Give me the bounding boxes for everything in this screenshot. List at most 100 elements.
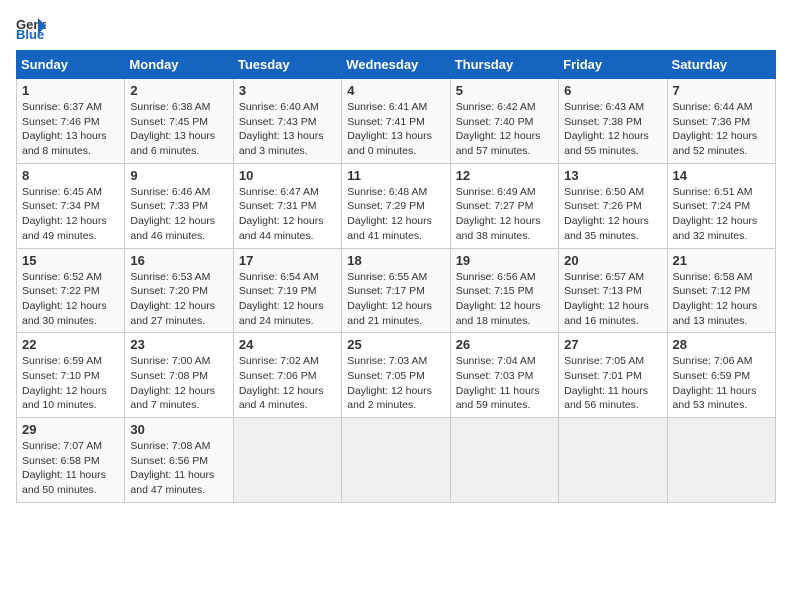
- day-number: 8: [22, 168, 119, 183]
- calendar-cell: 15 Sunrise: 6:52 AM Sunset: 7:22 PM Dayli…: [17, 248, 125, 333]
- day-number: 20: [564, 253, 661, 268]
- day-info: Sunrise: 7:07 AM Sunset: 6:58 PM Dayligh…: [22, 439, 119, 498]
- calendar-cell: 3 Sunrise: 6:40 AM Sunset: 7:43 PM Daylig…: [233, 79, 341, 164]
- day-info: Sunrise: 7:00 AM Sunset: 7:08 PM Dayligh…: [130, 354, 227, 413]
- calendar-cell: 20 Sunrise: 6:57 AM Sunset: 7:13 PM Dayli…: [559, 248, 667, 333]
- day-info: Sunrise: 7:04 AM Sunset: 7:03 PM Dayligh…: [456, 354, 553, 413]
- day-info: Sunrise: 7:08 AM Sunset: 6:56 PM Dayligh…: [130, 439, 227, 498]
- weekday-header-saturday: Saturday: [667, 51, 775, 79]
- day-number: 16: [130, 253, 227, 268]
- calendar-cell: 14Sunrise: 6:51 AM Sunset: 7:24 PM Dayli…: [667, 163, 775, 248]
- day-number: 22: [22, 337, 119, 352]
- calendar-cell: 12 Sunrise: 6:49 AM Sunset: 7:27 PM Dayli…: [450, 163, 558, 248]
- calendar-cell: 5Sunrise: 6:42 AM Sunset: 7:40 PM Daylig…: [450, 79, 558, 164]
- day-info: Sunrise: 6:50 AM Sunset: 7:26 PM Dayligh…: [564, 185, 661, 244]
- day-number: 27: [564, 337, 661, 352]
- day-number: 18: [347, 253, 444, 268]
- day-info: Sunrise: 6:53 AM Sunset: 7:20 PM Dayligh…: [130, 270, 227, 329]
- calendar-week-1: 1Sunrise: 6:37 AM Sunset: 7:46 PM Daylig…: [17, 79, 776, 164]
- calendar-cell: 16 Sunrise: 6:53 AM Sunset: 7:20 PM Dayli…: [125, 248, 233, 333]
- day-info: Sunrise: 6:40 AM Sunset: 7:43 PM Dayligh…: [239, 100, 336, 159]
- day-number: 13: [564, 168, 661, 183]
- calendar-week-3: 15 Sunrise: 6:52 AM Sunset: 7:22 PM Dayli…: [17, 248, 776, 333]
- day-info: Sunrise: 6:43 AM Sunset: 7:38 PM Dayligh…: [564, 100, 661, 159]
- calendar-cell: 11Sunrise: 6:48 AM Sunset: 7:29 PM Dayli…: [342, 163, 450, 248]
- day-info: Sunrise: 7:03 AM Sunset: 7:05 PM Dayligh…: [347, 354, 444, 413]
- day-info: Sunrise: 6:58 AM Sunset: 7:12 PM Dayligh…: [673, 270, 770, 329]
- calendar-cell: [450, 418, 558, 503]
- calendar-cell: 21 Sunrise: 6:58 AM Sunset: 7:12 PM Dayli…: [667, 248, 775, 333]
- day-number: 6: [564, 83, 661, 98]
- day-info: Sunrise: 6:51 AM Sunset: 7:24 PM Dayligh…: [673, 185, 770, 244]
- calendar-cell: 26 Sunrise: 7:04 AM Sunset: 7:03 PM Dayli…: [450, 333, 558, 418]
- day-number: 25: [347, 337, 444, 352]
- day-info: Sunrise: 6:52 AM Sunset: 7:22 PM Dayligh…: [22, 270, 119, 329]
- calendar-cell: 4 Sunrise: 6:41 AM Sunset: 7:41 PM Daylig…: [342, 79, 450, 164]
- calendar-cell: 19 Sunrise: 6:56 AM Sunset: 7:15 PM Dayli…: [450, 248, 558, 333]
- day-info: Sunrise: 6:57 AM Sunset: 7:13 PM Dayligh…: [564, 270, 661, 329]
- day-info: Sunrise: 7:05 AM Sunset: 7:01 PM Dayligh…: [564, 354, 661, 413]
- weekday-header-sunday: Sunday: [17, 51, 125, 79]
- weekday-header-wednesday: Wednesday: [342, 51, 450, 79]
- calendar-cell: 23Sunrise: 7:00 AM Sunset: 7:08 PM Dayli…: [125, 333, 233, 418]
- day-number: 1: [22, 83, 119, 98]
- weekday-header-monday: Monday: [125, 51, 233, 79]
- calendar-cell: 29 Sunrise: 7:07 AM Sunset: 6:58 PM Dayli…: [17, 418, 125, 503]
- calendar-cell: 1Sunrise: 6:37 AM Sunset: 7:46 PM Daylig…: [17, 79, 125, 164]
- day-info: Sunrise: 6:54 AM Sunset: 7:19 PM Dayligh…: [239, 270, 336, 329]
- day-info: Sunrise: 6:46 AM Sunset: 7:33 PM Dayligh…: [130, 185, 227, 244]
- calendar-cell: 25 Sunrise: 7:03 AM Sunset: 7:05 PM Dayli…: [342, 333, 450, 418]
- weekday-header-row: SundayMondayTuesdayWednesdayThursdayFrid…: [17, 51, 776, 79]
- calendar-cell: 24 Sunrise: 7:02 AM Sunset: 7:06 PM Dayli…: [233, 333, 341, 418]
- day-info: Sunrise: 6:55 AM Sunset: 7:17 PM Dayligh…: [347, 270, 444, 329]
- day-number: 19: [456, 253, 553, 268]
- calendar-cell: 9 Sunrise: 6:46 AM Sunset: 7:33 PM Daylig…: [125, 163, 233, 248]
- calendar-cell: 6 Sunrise: 6:43 AM Sunset: 7:38 PM Daylig…: [559, 79, 667, 164]
- calendar-cell: 17 Sunrise: 6:54 AM Sunset: 7:19 PM Dayli…: [233, 248, 341, 333]
- day-number: 30: [130, 422, 227, 437]
- day-info: Sunrise: 6:49 AM Sunset: 7:27 PM Dayligh…: [456, 185, 553, 244]
- day-number: 3: [239, 83, 336, 98]
- calendar-week-4: 22 Sunrise: 6:59 AM Sunset: 7:10 PM Dayli…: [17, 333, 776, 418]
- day-info: Sunrise: 6:42 AM Sunset: 7:40 PM Dayligh…: [456, 100, 553, 159]
- calendar-week-5: 29 Sunrise: 7:07 AM Sunset: 6:58 PM Dayli…: [17, 418, 776, 503]
- calendar-week-2: 8 Sunrise: 6:45 AM Sunset: 7:34 PM Daylig…: [17, 163, 776, 248]
- day-info: Sunrise: 6:38 AM Sunset: 7:45 PM Dayligh…: [130, 100, 227, 159]
- day-info: Sunrise: 6:56 AM Sunset: 7:15 PM Dayligh…: [456, 270, 553, 329]
- day-number: 24: [239, 337, 336, 352]
- day-number: 10: [239, 168, 336, 183]
- calendar-cell: 27 Sunrise: 7:05 AM Sunset: 7:01 PM Dayli…: [559, 333, 667, 418]
- calendar-cell: 28Sunrise: 7:06 AM Sunset: 6:59 PM Dayli…: [667, 333, 775, 418]
- calendar-cell: 7 Sunrise: 6:44 AM Sunset: 7:36 PM Daylig…: [667, 79, 775, 164]
- day-number: 12: [456, 168, 553, 183]
- day-info: Sunrise: 6:44 AM Sunset: 7:36 PM Dayligh…: [673, 100, 770, 159]
- day-info: Sunrise: 6:47 AM Sunset: 7:31 PM Dayligh…: [239, 185, 336, 244]
- day-number: 26: [456, 337, 553, 352]
- weekday-header-friday: Friday: [559, 51, 667, 79]
- day-number: 4: [347, 83, 444, 98]
- day-info: Sunrise: 6:41 AM Sunset: 7:41 PM Dayligh…: [347, 100, 444, 159]
- calendar-cell: 10 Sunrise: 6:47 AM Sunset: 7:31 PM Dayli…: [233, 163, 341, 248]
- day-number: 29: [22, 422, 119, 437]
- day-number: 17: [239, 253, 336, 268]
- calendar-cell: 8 Sunrise: 6:45 AM Sunset: 7:34 PM Daylig…: [17, 163, 125, 248]
- calendar-cell: [667, 418, 775, 503]
- calendar-cell: 13 Sunrise: 6:50 AM Sunset: 7:26 PM Dayli…: [559, 163, 667, 248]
- day-info: Sunrise: 6:48 AM Sunset: 7:29 PM Dayligh…: [347, 185, 444, 244]
- weekday-header-tuesday: Tuesday: [233, 51, 341, 79]
- day-info: Sunrise: 6:45 AM Sunset: 7:34 PM Dayligh…: [22, 185, 119, 244]
- day-number: 7: [673, 83, 770, 98]
- day-info: Sunrise: 6:59 AM Sunset: 7:10 PM Dayligh…: [22, 354, 119, 413]
- logo-icon: General Blue: [16, 16, 46, 40]
- calendar-cell: 18 Sunrise: 6:55 AM Sunset: 7:17 PM Dayli…: [342, 248, 450, 333]
- day-number: 28: [673, 337, 770, 352]
- page-header: General Blue: [16, 16, 776, 40]
- calendar-cell: [559, 418, 667, 503]
- weekday-header-thursday: Thursday: [450, 51, 558, 79]
- day-number: 9: [130, 168, 227, 183]
- day-number: 21: [673, 253, 770, 268]
- day-number: 15: [22, 253, 119, 268]
- calendar-cell: [342, 418, 450, 503]
- calendar-cell: [233, 418, 341, 503]
- day-info: Sunrise: 7:02 AM Sunset: 7:06 PM Dayligh…: [239, 354, 336, 413]
